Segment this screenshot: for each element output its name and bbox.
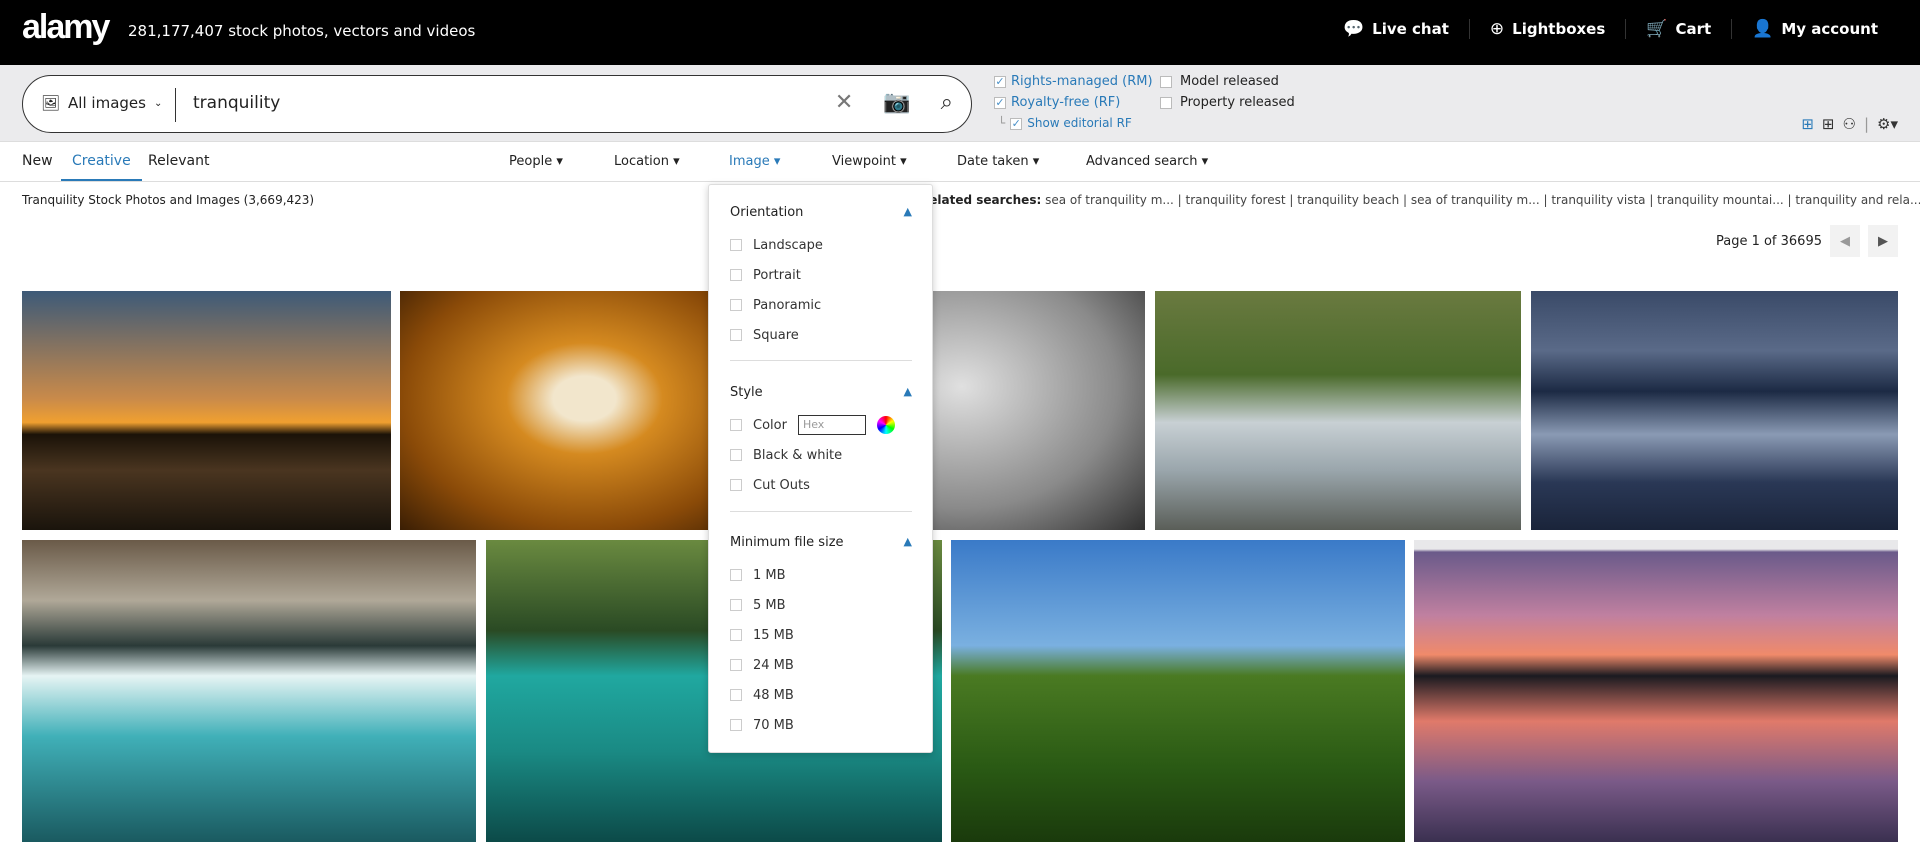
image-waterfall[interactable] — [1155, 291, 1521, 530]
rights-managed-checkbox[interactable]: ✓ Rights-managed (RM) — [994, 71, 1153, 92]
image-icon: 🖼 — [41, 94, 61, 112]
option-square[interactable]: Square — [730, 320, 912, 350]
option-15mb[interactable]: 15 MB — [730, 620, 912, 650]
page-indicator: Page 1 of 36695 — [1715, 233, 1822, 249]
hex-input[interactable]: Hex — [797, 415, 866, 435]
option-color[interactable]: Color Hex — [730, 410, 912, 440]
file-size-section: Minimum file size ▲ 1 MB 5 MB 15 MB 24 MB… — [730, 535, 912, 740]
next-page-button[interactable]: ▶ — [1868, 225, 1898, 257]
menu-image[interactable]: Image ▾ — [729, 154, 780, 169]
divider — [175, 88, 176, 122]
divider — [730, 511, 912, 512]
rights-managed-label: Rights-managed (RM) — [1011, 74, 1153, 89]
royalty-free-checkbox[interactable]: ✓ Royalty-free (RF) — [994, 92, 1153, 113]
grid-view-icon[interactable]: ⊞ — [1822, 115, 1835, 133]
plus-circle-icon: ⊕ — [1489, 19, 1505, 39]
menu-viewpoint[interactable]: Viewpoint ▾ — [832, 154, 907, 169]
live-chat-link[interactable]: 💬 Live chat — [1323, 19, 1469, 39]
people-icon[interactable]: ⚇ — [1843, 115, 1856, 133]
my-account-label: My account — [1781, 20, 1878, 38]
settings-icon[interactable]: ⚙▾ — [1877, 115, 1898, 133]
chevron-down-icon: ⌄ — [153, 97, 163, 109]
clear-icon[interactable]: ✕ — [835, 90, 853, 115]
chat-icon: 💬 — [1343, 19, 1365, 39]
mosaic-view-icon[interactable]: ⊞ — [1801, 115, 1814, 133]
royalty-free-label: Royalty-free (RF) — [1011, 95, 1121, 110]
option-landscape[interactable]: Landscape — [730, 230, 912, 260]
category-select[interactable]: 🖼 All images ⌄ — [41, 94, 162, 112]
search-icon[interactable]: ⌕ — [941, 90, 953, 115]
show-editorial-checkbox[interactable]: └ ✓ Show editorial RF — [994, 113, 1153, 134]
divider — [730, 360, 912, 361]
option-70mb[interactable]: 70 MB — [730, 710, 912, 740]
search-input[interactable]: tranquility — [193, 93, 280, 113]
camera-search-icon[interactable]: 📷 — [883, 90, 910, 115]
lightboxes-link[interactable]: ⊕ Lightboxes — [1468, 19, 1625, 39]
top-header: alamy 281,177,407 stock photos, vectors … — [0, 0, 1920, 65]
pager: Page 1 of 36695 ◀ ▶ — [1716, 225, 1898, 257]
collapse-caret-icon[interactable]: ▲ — [904, 205, 912, 220]
image-fern-valley[interactable] — [951, 540, 1405, 842]
option-black-white[interactable]: Black & white — [730, 440, 912, 470]
menu-location[interactable]: Location ▾ — [614, 154, 680, 169]
orientation-section: Orientation ▲ Landscape Portrait Panorami… — [730, 205, 912, 350]
option-panoramic[interactable]: Panoramic — [730, 290, 912, 320]
model-released-checkbox[interactable]: Model released — [1160, 71, 1295, 92]
color-wheel-icon[interactable] — [876, 416, 895, 434]
option-1mb[interactable]: 1 MB — [730, 560, 912, 590]
user-icon: 👤 — [1752, 19, 1774, 39]
tab-creative[interactable]: Creative — [61, 153, 142, 181]
option-48mb[interactable]: 48 MB — [730, 680, 912, 710]
option-24mb[interactable]: 24 MB — [730, 650, 912, 680]
menu-people[interactable]: People ▾ — [509, 154, 563, 169]
image-sunset-swan[interactable] — [22, 291, 391, 530]
live-chat-label: Live chat — [1372, 20, 1449, 38]
search-bar-area: 🖼 All images ⌄ tranquility ✕ 📷 ⌕ ✓ Rights-man… — [0, 65, 1920, 142]
collapse-caret-icon[interactable]: ▲ — [904, 535, 912, 550]
alamy-logo[interactable]: alamy — [22, 8, 110, 47]
property-released-label: Property released — [1180, 95, 1295, 110]
option-cut-outs[interactable]: Cut Outs — [730, 470, 912, 500]
image-mountain-lake[interactable] — [1531, 291, 1898, 530]
lightboxes-label: Lightboxes — [1512, 20, 1606, 38]
filter-bar: New Creative Relevant People ▾ Location … — [0, 142, 1920, 182]
my-account-link[interactable]: 👤 My account — [1731, 19, 1898, 39]
show-editorial-label: Show editorial RF — [1027, 116, 1132, 130]
option-portrait[interactable]: Portrait — [730, 260, 912, 290]
tab-new[interactable]: New — [22, 153, 53, 169]
property-released-checkbox[interactable]: Property released — [1160, 92, 1295, 113]
cart-label: Cart — [1675, 20, 1712, 38]
style-title: Style — [730, 385, 763, 400]
cart-icon: 🛒 — [1646, 19, 1668, 39]
tagline: 281,177,407 stock photos, vectors and vi… — [128, 22, 476, 40]
orientation-title: Orientation — [730, 205, 804, 220]
option-5mb[interactable]: 5 MB — [730, 590, 912, 620]
prev-page-button[interactable]: ◀ — [1830, 225, 1860, 257]
file-size-title: Minimum file size — [730, 535, 844, 550]
style-section: Style ▲ Color Hex Black & white Cut Outs — [730, 385, 912, 500]
results-title: Tranquility Stock Photos and Images (3,6… — [22, 193, 315, 207]
menu-advanced-search[interactable]: Advanced search ▾ — [1086, 154, 1208, 169]
search-box: 🖼 All images ⌄ tranquility ✕ 📷 ⌕ — [22, 75, 972, 133]
image-cave-lagoon[interactable] — [22, 540, 476, 842]
collapse-caret-icon[interactable]: ▲ — [904, 385, 912, 400]
image-filter-dropdown: Orientation ▲ Landscape Portrait Panorami… — [708, 184, 933, 753]
menu-date-taken[interactable]: Date taken ▾ — [957, 154, 1039, 169]
tab-relevant[interactable]: Relevant — [148, 153, 209, 169]
cart-link[interactable]: 🛒 Cart — [1625, 19, 1731, 39]
model-released-label: Model released — [1180, 74, 1279, 89]
image-pink-sunset-lake[interactable] — [1414, 540, 1898, 842]
category-label: All images — [68, 94, 146, 112]
related-searches[interactable]: Related searches: sea of tranquility m..… — [920, 193, 1920, 207]
